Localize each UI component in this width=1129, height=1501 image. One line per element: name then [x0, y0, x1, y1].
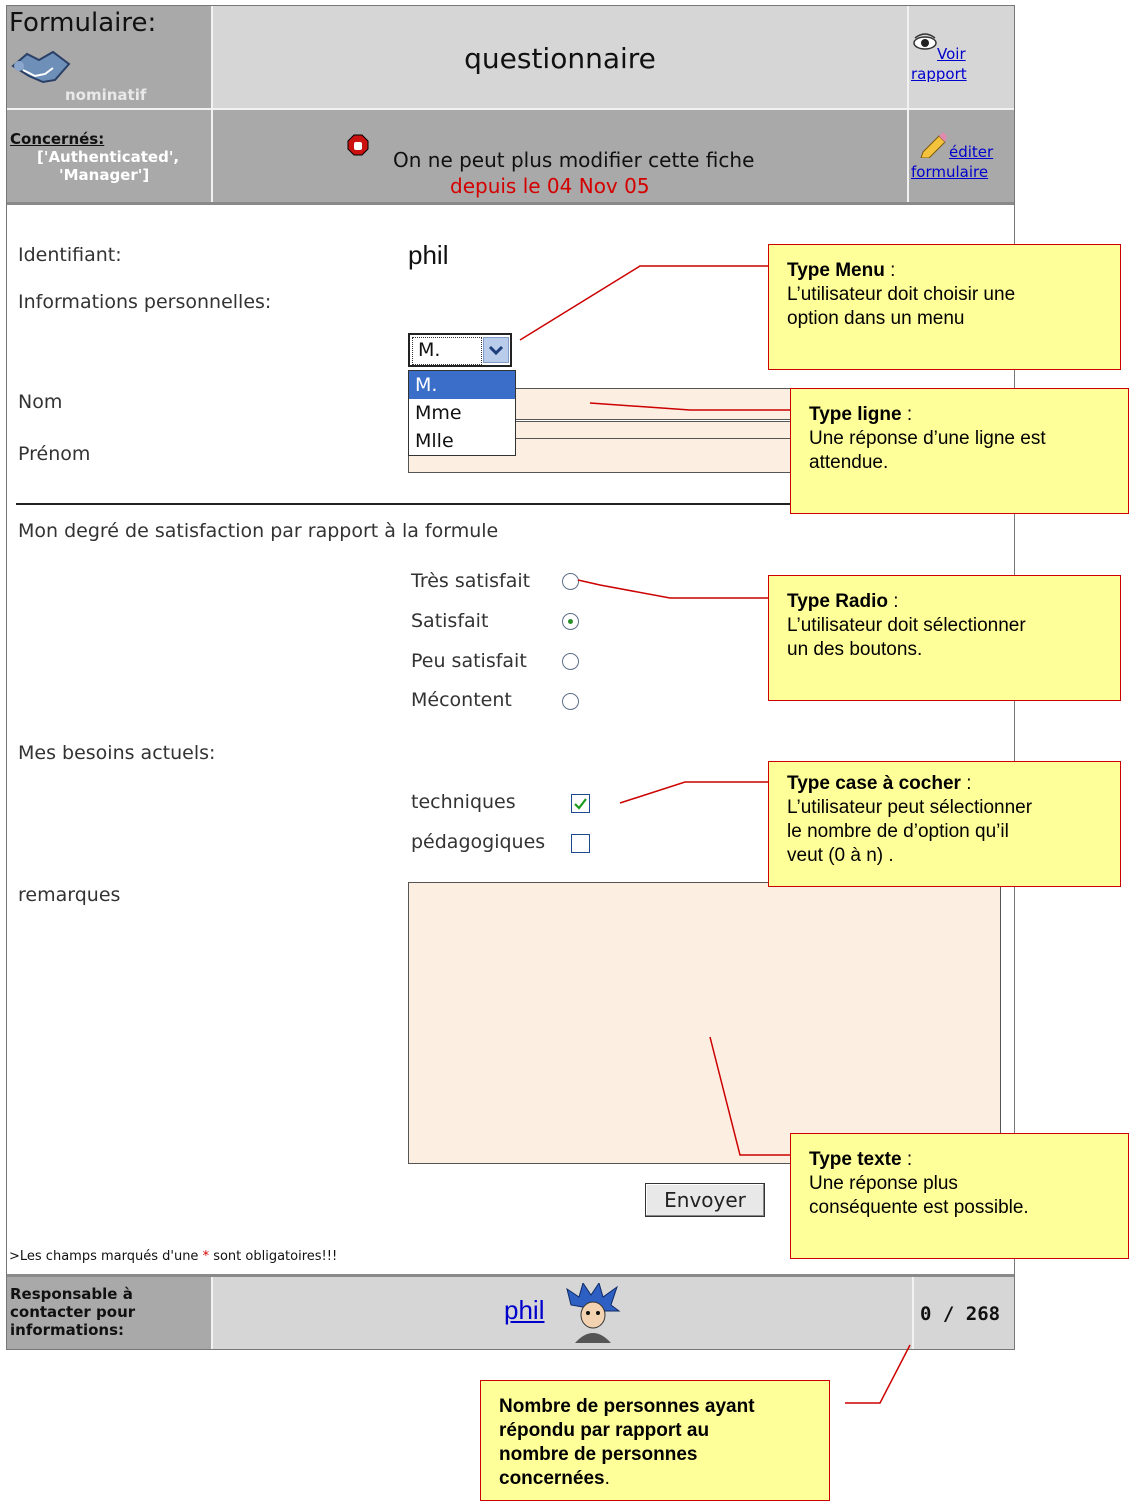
- callout-radio-title: Type Radio: [787, 591, 888, 612]
- callout-checkbox-title: Type case à cocher: [787, 773, 961, 794]
- callout-texte-text1: Une réponse plus: [809, 1173, 958, 1194]
- callout-ligne-text2: attendue.: [809, 452, 889, 473]
- callout-checkbox: Type case à cocher : L’utilisateur peut …: [768, 761, 1121, 887]
- callout-checkbox-text1: L’utilisateur peut sélectionner: [787, 797, 1033, 818]
- callout-leader-lines: [519, 265, 911, 1404]
- callout-ligne: Type ligne : Une réponse d’une ligne est…: [790, 388, 1129, 514]
- callout-ligne-text1: Une réponse d’une ligne est: [809, 428, 1046, 449]
- callout-checkbox-text2: le nombre de d’option qu’il: [787, 821, 1009, 842]
- callout-menu: Type Menu : L’utilisateur doit choisir u…: [768, 244, 1121, 370]
- callout-count-line4: concernées: [499, 1468, 605, 1489]
- callout-radio-text1: L’utilisateur doit sélectionner: [787, 615, 1026, 636]
- callout-menu-title: Type Menu: [787, 260, 885, 281]
- callout-count-line3: nombre de personnes: [499, 1444, 698, 1465]
- callout-texte-title: Type texte: [809, 1149, 902, 1170]
- callout-menu-text2: option dans un menu: [787, 308, 965, 329]
- callout-count-line2: répondu par rapport au: [499, 1420, 710, 1441]
- callout-texte-text2: conséquente est possible.: [809, 1197, 1029, 1218]
- callout-texte: Type texte : Une réponse plus conséquent…: [790, 1133, 1129, 1259]
- callout-ligne-title: Type ligne: [809, 404, 902, 425]
- callout-menu-text1: L’utilisateur doit choisir une: [787, 284, 1016, 305]
- callout-radio: Type Radio : L’utilisateur doit sélectio…: [768, 575, 1121, 701]
- callout-radio-text2: un des boutons.: [787, 639, 923, 660]
- callout-count-line1: Nombre de personnes ayant: [499, 1396, 755, 1417]
- callout-checkbox-text3: veut (0 à n) .: [787, 845, 894, 866]
- callout-count: Nombre de personnes ayant répondu par ra…: [480, 1380, 830, 1501]
